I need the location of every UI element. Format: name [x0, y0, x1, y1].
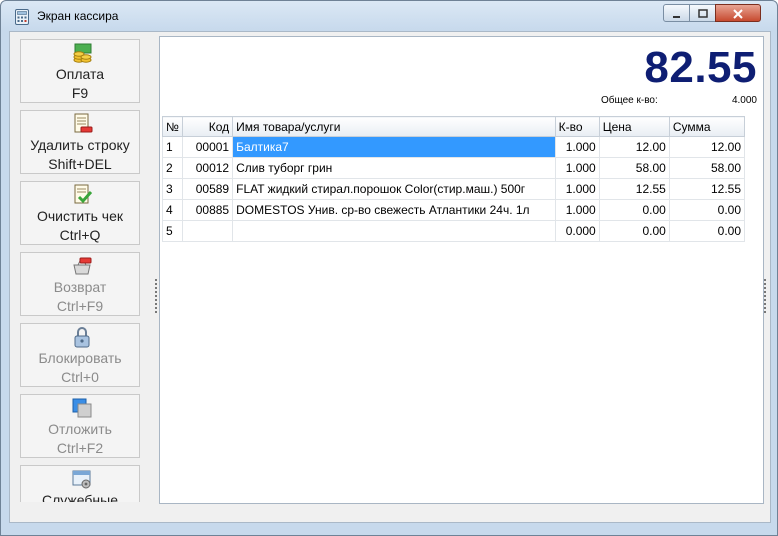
cell-name[interactable]: Слив туборг грин — [232, 157, 556, 179]
pay-button-label: Оплата — [55, 66, 105, 82]
col-header-name[interactable]: Имя товара/услуги — [232, 116, 556, 137]
col-header-price[interactable]: Цена — [598, 116, 670, 137]
cell-name[interactable]: DOMESTOS Унив. ср-во свежесть Атлантики … — [232, 199, 556, 221]
cell-code[interactable]: 00001 — [182, 136, 234, 158]
delete-row-button[interactable]: Удалить строку Shift+DEL — [20, 110, 140, 174]
clear-check-label: Очистить чек — [36, 208, 124, 224]
minimize-button[interactable] — [663, 4, 690, 22]
table-row[interactable]: 2 00012 Слив туборг грин 1.000 58.00 58.… — [161, 157, 746, 179]
calculator-icon — [15, 9, 29, 25]
return-basket-icon — [73, 257, 92, 275]
return-shortcut: Ctrl+F9 — [56, 298, 104, 314]
cell-price[interactable]: 58.00 — [598, 157, 670, 179]
postpone-icon — [72, 398, 92, 418]
table-header-row: № Код Имя товара/услуги К-во Цена Сумма — [161, 116, 746, 137]
postpone-button[interactable]: Отложить Ctrl+F2 — [20, 394, 140, 458]
delete-document-icon — [74, 113, 93, 133]
check-document-icon — [74, 184, 93, 204]
total-quantity-value: 4.000 — [731, 95, 757, 106]
pay-button[interactable]: Оплата F9 — [20, 39, 140, 103]
cell-name[interactable]: FLAT жидкий стирал.порошок Color(стир.ма… — [232, 178, 556, 200]
pay-button-shortcut: F9 — [71, 85, 89, 101]
delete-row-shortcut: Shift+DEL — [48, 156, 112, 172]
cell-code[interactable]: 00885 — [182, 199, 234, 221]
cell-price[interactable]: 0.00 — [598, 220, 670, 242]
cell-code[interactable] — [182, 220, 234, 242]
col-header-qty[interactable]: К-во — [554, 116, 600, 137]
return-button[interactable]: Возврат Ctrl+F9 — [20, 252, 140, 316]
close-button[interactable] — [715, 4, 761, 22]
service-icon — [72, 470, 91, 489]
block-shortcut: Ctrl+0 — [61, 369, 99, 385]
return-label: Возврат — [53, 279, 107, 295]
cell-number[interactable]: 5 — [161, 220, 184, 242]
cell-qty[interactable]: 1.000 — [554, 199, 600, 221]
service-button[interactable]: Служебные — [20, 465, 140, 502]
receipt-panel: 82.55 Общее к-во: 4.000 № Код Имя товара… — [159, 36, 764, 504]
cell-number[interactable]: 1 — [161, 136, 184, 158]
cell-price[interactable]: 0.00 — [598, 199, 670, 221]
cell-name[interactable] — [232, 220, 556, 242]
title-bar[interactable]: Экран кассира — [1, 1, 777, 31]
maximize-button[interactable] — [689, 4, 716, 22]
total-quantity-label: Общее к-во: — [601, 95, 658, 106]
cell-price[interactable]: 12.00 — [598, 136, 670, 158]
cell-sum[interactable]: 12.00 — [668, 136, 746, 158]
cashier-window: Экран кассира Оплата F9 Удалить строку S… — [0, 0, 778, 536]
cell-qty[interactable]: 1.000 — [554, 178, 600, 200]
maximize-icon — [697, 9, 708, 18]
block-label: Блокировать — [38, 350, 122, 366]
cell-name-selected[interactable]: Балтика7 — [232, 136, 556, 158]
minimize-icon — [673, 16, 680, 18]
cell-qty[interactable]: 1.000 — [554, 157, 600, 179]
table-row[interactable]: 1 00001 Балтика7 1.000 12.00 12.00 — [161, 136, 746, 158]
close-icon — [733, 9, 743, 19]
postpone-shortcut: Ctrl+F2 — [56, 440, 104, 456]
cell-sum[interactable]: 12.55 — [668, 178, 746, 200]
cell-code[interactable]: 00012 — [182, 157, 234, 179]
col-header-number[interactable]: № — [161, 116, 184, 137]
cell-number[interactable]: 3 — [161, 178, 184, 200]
clear-check-button[interactable]: Очистить чек Ctrl+Q — [20, 181, 140, 245]
service-label: Служебные — [41, 492, 119, 502]
window-title: Экран кассира — [37, 9, 119, 23]
cell-code[interactable]: 00589 — [182, 178, 234, 200]
clear-check-shortcut: Ctrl+Q — [59, 227, 101, 243]
postpone-label: Отложить — [48, 421, 112, 437]
right-splitter-grip[interactable] — [764, 279, 766, 313]
action-sidebar: Оплата F9 Удалить строку Shift+DEL Очист… — [20, 35, 142, 502]
cell-sum[interactable]: 58.00 — [668, 157, 746, 179]
table-row[interactable]: 3 00589 FLAT жидкий стирал.порошок Color… — [161, 178, 746, 200]
total-amount: 82.55 — [644, 43, 757, 92]
col-header-code[interactable]: Код — [182, 116, 234, 137]
lock-icon — [74, 327, 90, 348]
col-header-sum[interactable]: Сумма — [668, 116, 746, 137]
cell-number[interactable]: 2 — [161, 157, 184, 179]
delete-row-label: Удалить строку — [30, 137, 130, 153]
cell-sum[interactable]: 0.00 — [668, 220, 746, 242]
left-splitter-grip[interactable] — [155, 279, 157, 313]
table-row[interactable]: 4 00885 DOMESTOS Унив. ср-во свежесть Ат… — [161, 199, 746, 221]
cell-qty[interactable]: 1.000 — [554, 136, 600, 158]
client-area: Оплата F9 Удалить строку Shift+DEL Очист… — [9, 31, 771, 523]
receipt-table: № Код Имя товара/услуги К-во Цена Сумма … — [161, 116, 746, 242]
coins-icon — [73, 43, 92, 63]
cell-price[interactable]: 12.55 — [598, 178, 670, 200]
table-row[interactable]: 5 0.000 0.00 0.00 — [161, 220, 746, 242]
block-button[interactable]: Блокировать Ctrl+0 — [20, 323, 140, 387]
cell-qty[interactable]: 0.000 — [554, 220, 600, 242]
cell-number[interactable]: 4 — [161, 199, 184, 221]
cell-sum[interactable]: 0.00 — [668, 199, 746, 221]
